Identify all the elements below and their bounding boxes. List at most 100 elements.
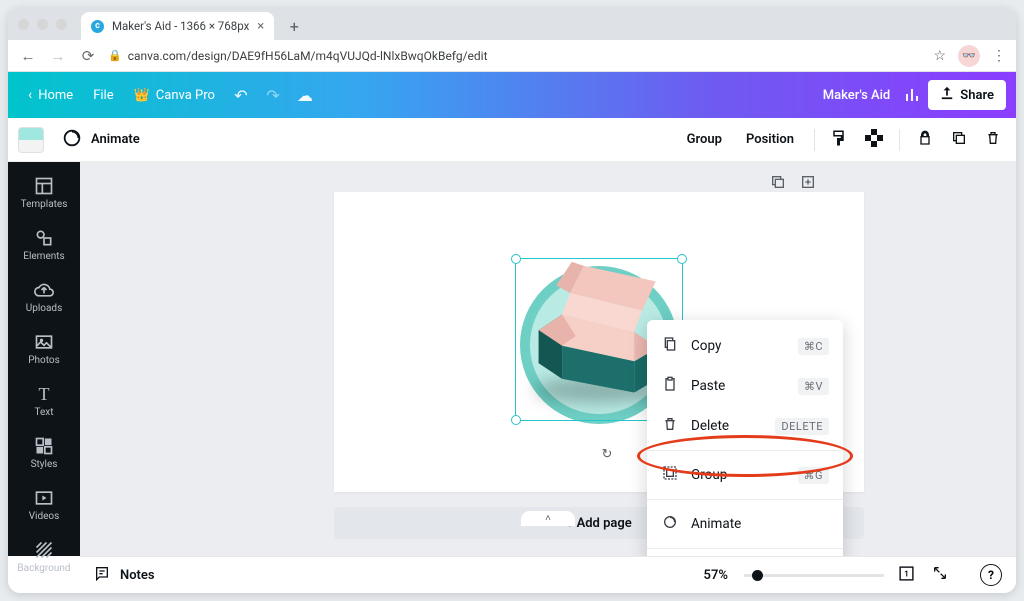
tab-title: Maker's Aid - 1366 × 768px bbox=[112, 19, 249, 33]
separator bbox=[647, 450, 843, 451]
zoom-percent[interactable]: 57% bbox=[704, 568, 728, 583]
copy-icon bbox=[661, 336, 679, 356]
lock-icon: 🔒 bbox=[108, 49, 122, 62]
ctx-label: Animate bbox=[691, 516, 741, 532]
position-button[interactable]: Position bbox=[738, 132, 802, 147]
refresh-indicator[interactable]: ↻ bbox=[595, 442, 619, 466]
browser-menu-icon[interactable]: ⋮ bbox=[992, 48, 1006, 64]
url-text: canva.com/design/DAE9fH56LaM/m4qVUJQd-lN… bbox=[128, 49, 488, 63]
chevron-left-icon: ‹ bbox=[28, 87, 32, 103]
reload-button[interactable]: ⟳ bbox=[78, 47, 98, 65]
trash-icon[interactable] bbox=[980, 130, 1006, 150]
browser-tab[interactable]: c Maker's Aid - 1366 × 768px × bbox=[81, 12, 274, 40]
fullscreen-icon[interactable] bbox=[928, 565, 952, 585]
animate-button[interactable]: Animate bbox=[91, 132, 140, 147]
ctx-label: Group bbox=[691, 467, 727, 483]
editor-toolbar: Animate Group Position bbox=[8, 118, 1016, 162]
zoom-window-icon[interactable] bbox=[56, 19, 67, 30]
zoom-slider[interactable] bbox=[744, 574, 884, 577]
animate-icon[interactable] bbox=[61, 127, 83, 153]
help-button[interactable]: ? bbox=[980, 564, 1002, 586]
sidebar-item-videos[interactable]: Videos bbox=[8, 480, 80, 530]
redo-button[interactable]: ↷ bbox=[257, 86, 289, 105]
canva-pro-label: Canva Pro bbox=[156, 88, 215, 103]
canva-pro-button[interactable]: 👑 Canva Pro bbox=[124, 78, 225, 112]
grid-view-icon[interactable]: 1 bbox=[894, 565, 918, 586]
project-name[interactable]: Maker's Aid bbox=[823, 88, 891, 103]
new-tab-button[interactable]: + bbox=[282, 14, 306, 38]
uploads-icon bbox=[34, 280, 54, 300]
separator bbox=[647, 548, 843, 549]
sidebar-item-label: Styles bbox=[31, 459, 58, 470]
favicon-icon: c bbox=[91, 20, 104, 33]
divider bbox=[814, 129, 815, 151]
ctx-copy[interactable]: Copy ⌘C bbox=[647, 326, 843, 366]
sidebar-item-photos[interactable]: Photos bbox=[8, 324, 80, 374]
paste-icon bbox=[661, 376, 679, 396]
ctx-shortcut: ⌘C bbox=[798, 338, 829, 355]
notes-button[interactable]: Notes bbox=[120, 568, 155, 583]
svg-text:1: 1 bbox=[904, 569, 908, 578]
zoom-thumb[interactable] bbox=[752, 570, 763, 581]
close-tab-icon[interactable]: × bbox=[257, 19, 264, 34]
file-label: File bbox=[93, 88, 113, 103]
apps-icon bbox=[34, 592, 54, 593]
duplicate-page-icon[interactable] bbox=[770, 174, 786, 194]
styles-icon bbox=[34, 436, 54, 456]
home-label: Home bbox=[38, 88, 73, 103]
resize-handle-nw[interactable] bbox=[511, 254, 521, 264]
delete-icon bbox=[661, 416, 679, 436]
group-button[interactable]: Group bbox=[679, 132, 730, 147]
ctx-delete[interactable]: Delete DELETE bbox=[647, 406, 843, 446]
insights-icon[interactable] bbox=[896, 87, 928, 103]
separator bbox=[647, 499, 843, 500]
duplicate-icon[interactable] bbox=[946, 130, 972, 150]
cloud-sync-icon[interactable]: ☁ bbox=[289, 86, 321, 105]
back-button[interactable]: ← bbox=[18, 47, 38, 65]
lock-icon[interactable] bbox=[912, 130, 938, 150]
resize-handle-sw[interactable] bbox=[511, 415, 521, 425]
close-window-icon[interactable] bbox=[18, 19, 29, 30]
sidebar-item-templates[interactable]: Templates bbox=[8, 168, 80, 218]
sidebar-item-label: Videos bbox=[29, 511, 60, 522]
profile-avatar[interactable]: 👓 bbox=[958, 45, 980, 67]
sidebar-item-styles[interactable]: Styles bbox=[8, 428, 80, 478]
notes-icon[interactable] bbox=[94, 565, 110, 585]
window-controls[interactable] bbox=[18, 8, 67, 40]
share-button[interactable]: Share bbox=[928, 80, 1006, 110]
sidebar-item-label: Background bbox=[17, 563, 70, 574]
file-menu[interactable]: File bbox=[83, 78, 123, 112]
animate-icon bbox=[661, 514, 679, 534]
ctx-animate[interactable]: Animate bbox=[647, 504, 843, 544]
bookmark-icon[interactable]: ☆ bbox=[933, 48, 946, 64]
sidebar-item-uploads[interactable]: Uploads bbox=[8, 272, 80, 322]
resize-handle-ne[interactable] bbox=[677, 254, 687, 264]
transparency-icon[interactable] bbox=[861, 129, 887, 151]
minimize-window-icon[interactable] bbox=[37, 19, 48, 30]
ctx-shortcut: ⌘G bbox=[798, 467, 830, 484]
photos-icon bbox=[34, 332, 54, 352]
sidebar-item-label: Templates bbox=[21, 199, 68, 210]
page-thumbnails-toggle[interactable]: ˄ bbox=[520, 510, 576, 526]
paint-roller-icon[interactable] bbox=[827, 129, 853, 151]
sidebar-item-text[interactable]: TText bbox=[8, 376, 80, 426]
sidebar-item-background[interactable]: Background bbox=[8, 532, 80, 582]
ctx-label: Copy bbox=[691, 338, 721, 354]
templates-icon bbox=[34, 176, 54, 196]
browser-tab-bar: c Maker's Aid - 1366 × 768px × + bbox=[8, 8, 1016, 40]
sidebar-item-elements[interactable]: Elements bbox=[8, 220, 80, 270]
sidebar-item-apps[interactable]: All your de… bbox=[8, 584, 80, 593]
ctx-label: Paste bbox=[691, 378, 725, 394]
side-panel: Templates Elements Uploads Photos TText … bbox=[8, 162, 80, 556]
undo-button[interactable]: ↶ bbox=[225, 86, 257, 105]
add-page-icon[interactable] bbox=[800, 174, 816, 194]
sidebar-item-label: Elements bbox=[23, 251, 64, 262]
forward-button[interactable]: → bbox=[48, 47, 68, 65]
ctx-group[interactable]: Group ⌘G bbox=[647, 455, 843, 495]
canvas-area[interactable]: ↻ + Add page Copy ⌘C Paste ⌘V Delete DEL… bbox=[80, 162, 1016, 556]
home-button[interactable]: ‹ Home bbox=[18, 78, 83, 112]
ctx-paste[interactable]: Paste ⌘V bbox=[647, 366, 843, 406]
color-swatch[interactable] bbox=[18, 127, 44, 153]
address-bar[interactable]: 🔒 canva.com/design/DAE9fH56LaM/m4qVUJQd-… bbox=[108, 49, 923, 63]
divider bbox=[899, 129, 900, 151]
